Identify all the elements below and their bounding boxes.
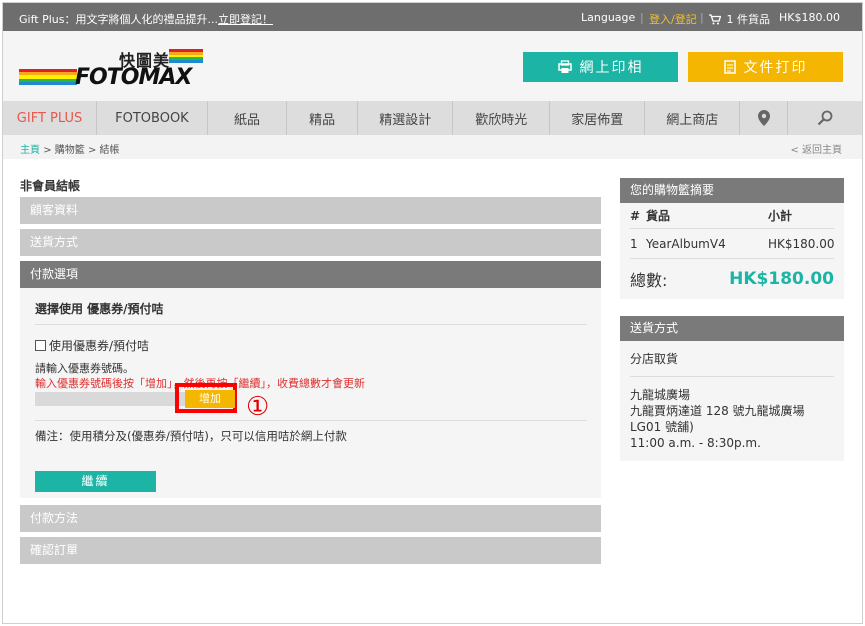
page-frame: Gift Plus：用文字將個人化的禮品提升...立即登記！ Language … — [2, 2, 863, 624]
nav-item-gifts[interactable]: 精品 — [287, 101, 359, 135]
column-header: 貨品 — [646, 209, 671, 223]
fotomax-logo[interactable]: 快圖美 FOTOMAX — [19, 47, 204, 90]
divider — [35, 324, 587, 325]
nav-item-home-deco[interactable]: 家居佈置 — [550, 101, 646, 135]
online-photo-print-label: 網上印相 — [579, 60, 644, 76]
document-print-button[interactable]: 文件打印 — [688, 52, 843, 82]
back-to-home-link[interactable]: < 返回主頁 — [790, 141, 842, 156]
cart-count: 1 件貨品 — [726, 13, 771, 26]
cart-summary: 您的購物籃摘要 # 貨品 小計 1 YearAlbumV4 HK$180.00 … — [620, 178, 844, 461]
cart-icon — [709, 14, 723, 28]
search-icon — [817, 110, 833, 126]
promo-banner: Gift Plus：用文字將個人化的禮品提升...立即登記！ — [19, 11, 273, 27]
document-icon — [723, 60, 736, 74]
checkout-section: 非會員結帳 顧客資料 送貨方式 付款選項 選擇使用 優惠券/預付咭 使用優惠券/… — [20, 175, 601, 569]
promo-register-link[interactable]: 立即登記！ — [218, 13, 273, 26]
checkbox-box[interactable] — [35, 340, 46, 351]
total-amount: HK$180.00 — [729, 269, 834, 289]
nav-item-gift-plus[interactable]: GIFT PLUS — [3, 101, 98, 135]
add-coupon-button[interactable]: 增加 — [185, 390, 235, 408]
search-button[interactable] — [788, 101, 862, 135]
nav-item-online-shop[interactable]: 網上商店 — [645, 101, 741, 135]
store-street: 九龍賈炳達道 128 號九龍城廣場 LG01 號舖) — [630, 404, 805, 434]
section-delivery-method[interactable]: 送貨方式 — [20, 229, 601, 256]
top-bar: Gift Plus：用文字將個人化的禮品提升...立即登記！ Language … — [3, 3, 862, 31]
promo-text: Gift Plus：用文字將個人化的禮品提升... — [19, 13, 218, 26]
divider: | — [700, 11, 704, 24]
page-title: 非會員結帳 — [20, 179, 81, 193]
coupon-heading: 選擇使用 優惠券/預付咭 — [35, 302, 164, 316]
divider: | — [640, 11, 644, 24]
column-header: # — [630, 208, 641, 223]
nav-item-happy-times[interactable]: 歡欣時光 — [453, 101, 551, 135]
online-photo-print-button[interactable]: 網上印相 — [523, 52, 678, 82]
language-selector[interactable]: Language — [581, 11, 635, 24]
breadcrumb-separator: > — [43, 145, 52, 156]
coupon-prompt: 請輸入優惠券號碼。 — [35, 362, 134, 375]
logo-stripes — [169, 49, 203, 63]
header: 快圖美 FOTOMAX 網上印相 文件打印 — [3, 31, 862, 101]
total-row: 總數: HK$180.00 — [630, 259, 834, 299]
mini-cart[interactable]: 1 件貨品 — [709, 11, 770, 28]
login-register-link[interactable]: 登入/登記 — [649, 11, 697, 27]
section-payment-method[interactable]: 付款方法 — [20, 505, 601, 532]
cart-summary-title: 您的購物籃摘要 — [620, 178, 844, 203]
shipping-method: 分店取貨 — [630, 341, 834, 377]
column-header: 小計 — [768, 209, 793, 223]
cart-total: HK$180.00 — [779, 11, 840, 24]
payment-options-panel: 選擇使用 優惠券/預付咭 使用優惠券/預付咭 請輸入優惠券號碼。 輸入優惠券號碼… — [20, 288, 601, 498]
document-print-label: 文件打印 — [743, 60, 808, 76]
section-confirm-order[interactable]: 確認訂單 — [20, 537, 601, 564]
store-name: 九龍城廣場 — [630, 388, 691, 402]
table-row: 1 YearAlbumV4 HK$180.00 — [630, 229, 835, 259]
breadcrumb-separator: > — [87, 145, 97, 156]
shipping-box: 分店取貨 九龍城廣場 九龍賈炳達道 128 號九龍城廣場 LG01 號舖) 11… — [620, 341, 844, 461]
total-label: 總數: — [630, 271, 668, 290]
nav-item-fotobook[interactable]: FOTOBOOK — [97, 101, 208, 135]
photo-printer-icon — [557, 60, 572, 73]
step-marker: ① — [246, 392, 270, 422]
payment-note: 備注：使用積分及(優惠券/預付咭)，只可以信用咭於網上付款 — [35, 429, 347, 443]
nav-item-paper[interactable]: 紙品 — [208, 101, 288, 135]
divider — [35, 420, 587, 421]
item-index: 1 — [630, 236, 638, 251]
item-subtotal: HK$180.00 — [768, 236, 835, 251]
location-button[interactable] — [740, 101, 788, 135]
item-name: YearAlbumV4 — [646, 236, 726, 251]
logo-english: FOTOMAX — [75, 65, 192, 90]
breadcrumb-path: 主頁 > 購物籃 > 結帳 — [20, 141, 120, 156]
nav-item-featured-design[interactable]: 精選設計 — [358, 101, 454, 135]
continue-button[interactable]: 繼續 — [35, 471, 156, 492]
store-hours: 11:00 a.m. - 8:30p.m. — [630, 436, 761, 450]
breadcrumb-home[interactable]: 主頁 — [20, 145, 40, 156]
main-nav: GIFT PLUS FOTOBOOK 紙品 精品 精選設計 歡欣時光 家居佈置 … — [3, 101, 862, 135]
section-payment-options[interactable]: 付款選項 — [20, 261, 601, 288]
table-header: # 貨品 小計 — [630, 203, 834, 229]
logo-stripes — [19, 69, 77, 86]
shipping-title: 送貨方式 — [620, 316, 844, 341]
cart-summary-table: # 貨品 小計 1 YearAlbumV4 HK$180.00 總數: HK$1… — [620, 203, 844, 299]
use-coupon-checkbox[interactable]: 使用優惠券/預付咭 — [35, 337, 149, 354]
breadcrumb-checkout: 結帳 — [99, 145, 120, 156]
section-customer-info[interactable]: 顧客資料 — [20, 197, 601, 224]
checkbox-label: 使用優惠券/預付咭 — [49, 339, 150, 353]
breadcrumb: 主頁 > 購物籃 > 結帳 < 返回主頁 — [3, 135, 862, 159]
store-address: 九龍城廣場 九龍賈炳達道 128 號九龍城廣場 LG01 號舖) 11:00 a… — [630, 377, 834, 461]
breadcrumb-cart[interactable]: 購物籃 — [55, 145, 85, 156]
location-pin-icon — [757, 110, 770, 126]
